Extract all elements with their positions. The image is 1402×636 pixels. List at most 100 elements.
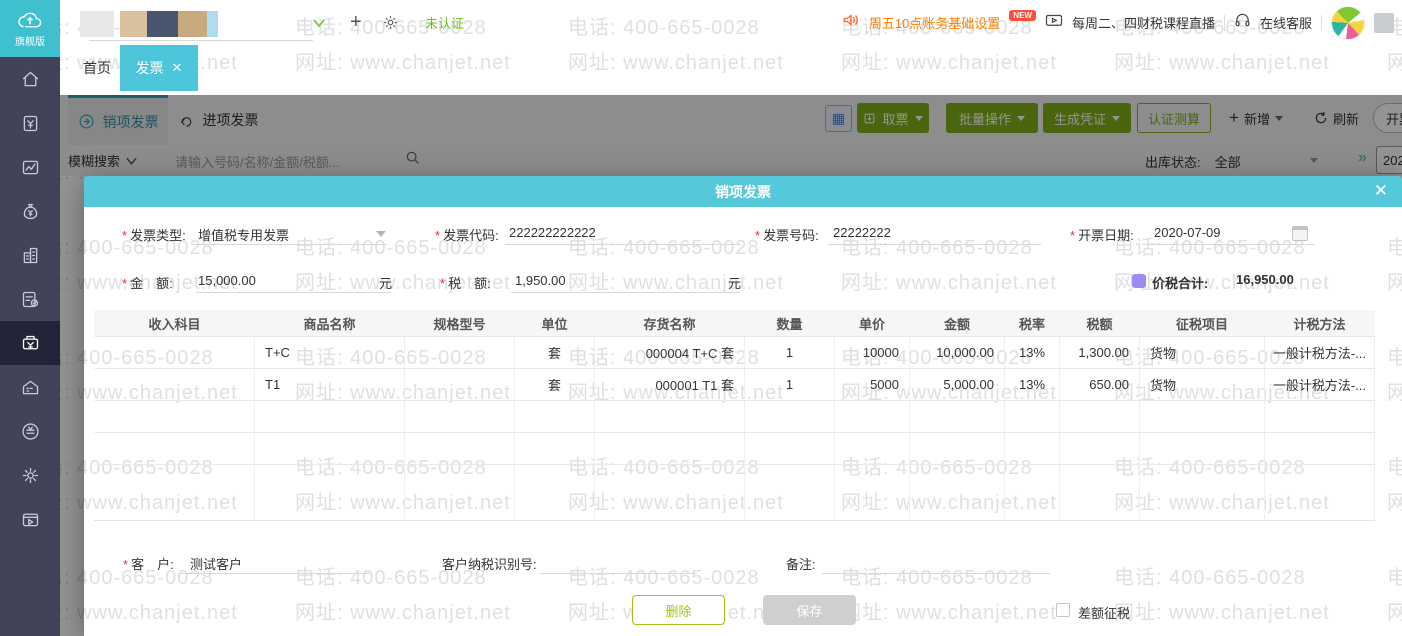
dialog-header: 销项发票 ✕ xyxy=(84,176,1402,207)
table-row[interactable]: T1套000001 T1 套150005,000.0013%650.00货物一般… xyxy=(94,368,1375,400)
table-cell xyxy=(910,400,1005,432)
table-cell xyxy=(1140,400,1265,432)
sidebar-item-vouchers[interactable] xyxy=(0,277,60,321)
table-row[interactable] xyxy=(94,432,1375,464)
customer-input[interactable]: 测试客户 xyxy=(190,554,242,573)
tab-home[interactable]: 首页 xyxy=(73,45,121,91)
live-course-link[interactable]: 每周二、四财税课程直播 xyxy=(1072,13,1215,32)
sidebar-item-tax[interactable] xyxy=(0,409,60,453)
table-cell: 货物 xyxy=(1140,368,1265,400)
speaker-icon xyxy=(842,12,860,33)
calendar-icon[interactable] xyxy=(1292,226,1308,241)
app-window: 电话: 400-665-0028网址: www.chanjet.net电话: 4… xyxy=(0,0,1402,636)
save-button[interactable]: 保存 xyxy=(763,595,856,625)
tax-unit: 元 xyxy=(728,273,741,292)
table-cell xyxy=(1005,464,1060,520)
table-cell: 5000 xyxy=(835,368,910,400)
sidebar-item-enterprise[interactable] xyxy=(0,233,60,277)
invoice-printer-icon xyxy=(20,333,41,354)
table-cell xyxy=(405,368,515,400)
table-cell xyxy=(405,400,515,432)
verify-status[interactable]: 未认证 xyxy=(425,0,464,45)
total-value: 16,950.00 xyxy=(1236,272,1294,287)
table-row[interactable] xyxy=(94,400,1375,432)
gear-icon[interactable] xyxy=(382,0,399,45)
sidebar-item-funds[interactable] xyxy=(0,189,60,233)
sidebar-item-billing[interactable] xyxy=(0,101,60,145)
dialog-body: 电话: 400-665-0028网址: www.chanjet.net电话: 4… xyxy=(84,207,1402,636)
table-cell xyxy=(1140,464,1265,520)
brand-logo: 旗舰版 xyxy=(0,0,60,57)
tab-invoice[interactable]: 发票 ✕ xyxy=(120,45,198,91)
table-cell xyxy=(94,336,255,368)
table-header-cell: 计税方法 xyxy=(1265,310,1375,336)
avatar[interactable] xyxy=(1331,6,1365,40)
sidebar-item-invoices[interactable] xyxy=(0,321,60,365)
sidebar-item-tutorials[interactable] xyxy=(0,497,60,541)
delete-button[interactable]: 删除 xyxy=(632,595,725,625)
calculator-icon xyxy=(1132,274,1146,288)
table-header-cell: 单位 xyxy=(515,310,595,336)
table-header-cell: 税率 xyxy=(1005,310,1060,336)
table-cell xyxy=(1005,400,1060,432)
invoice-code-input[interactable]: 222222222222 xyxy=(509,225,596,240)
app-switcher-icon[interactable] xyxy=(1374,13,1394,33)
table-cell: 13% xyxy=(1005,336,1060,368)
amount-input[interactable]: 15,000.00 xyxy=(198,273,256,288)
table-cell xyxy=(94,432,255,464)
close-tab-icon[interactable]: ✕ xyxy=(172,60,183,76)
sidebar-item-settings[interactable] xyxy=(0,453,60,497)
amount-label: 金 额: xyxy=(130,276,173,291)
table-header-row: 收入科目商品名称规格型号单位存货名称数量单价金额税率税额征税项目计税方法 xyxy=(94,310,1375,336)
table-header-cell: 税额 xyxy=(1060,310,1140,336)
online-service-link[interactable]: 在线客服 xyxy=(1260,13,1312,32)
table-header-cell: 单价 xyxy=(835,310,910,336)
add-tab-icon[interactable]: + xyxy=(350,0,362,45)
table-cell xyxy=(1140,432,1265,464)
table-cell xyxy=(595,400,745,432)
table-cell xyxy=(745,400,835,432)
table-row[interactable]: T+C套000004 T+C 套11000010,000.0013%1,300.… xyxy=(94,336,1375,368)
divider xyxy=(1224,15,1225,31)
table-cell xyxy=(910,464,1005,520)
table-row[interactable] xyxy=(94,464,1375,520)
invoice-type-label: 发票类型: xyxy=(130,228,186,243)
invoice-type-select[interactable]: 增值税专用发票 xyxy=(198,225,289,244)
table-cell xyxy=(910,432,1005,464)
table-cell xyxy=(515,464,595,520)
table-cell: 5,000.00 xyxy=(910,368,1005,400)
close-icon[interactable]: ✕ xyxy=(1374,181,1388,201)
chevron-down-icon[interactable] xyxy=(312,0,326,45)
diff-tax-checkbox[interactable] xyxy=(1056,603,1070,617)
sidebar-item-home[interactable] xyxy=(0,57,60,101)
invoice-date-input[interactable]: 2020-07-09 xyxy=(1154,225,1221,240)
invoice-no-label: 发票号码: xyxy=(763,228,819,243)
tax-input[interactable]: 1,950.00 xyxy=(515,273,566,288)
required-marker: * xyxy=(122,228,127,243)
sidebar-item-inventory[interactable] xyxy=(0,365,60,409)
announcement-link[interactable]: 周五10点账务基础设置 xyxy=(869,13,1000,32)
table-cell: 套 xyxy=(515,368,595,400)
table-cell xyxy=(595,464,745,520)
table-cell: 一般计税方法-... xyxy=(1265,368,1375,400)
report-chart-icon xyxy=(20,157,41,178)
table-cell xyxy=(94,368,255,400)
table-cell: 1 xyxy=(745,368,835,400)
table-cell xyxy=(515,400,595,432)
select-caret-icon[interactable] xyxy=(376,231,386,237)
sidebar-item-reports[interactable] xyxy=(0,145,60,189)
table-header-cell: 数量 xyxy=(745,310,835,336)
table-cell xyxy=(255,400,405,432)
table-cell xyxy=(745,464,835,520)
table-cell xyxy=(1060,464,1140,520)
table-cell: 10,000.00 xyxy=(910,336,1005,368)
invoice-no-input[interactable]: 22222222 xyxy=(833,225,891,240)
table-cell xyxy=(595,432,745,464)
table-cell xyxy=(94,464,255,520)
building-icon xyxy=(20,245,41,266)
account-underline xyxy=(89,40,313,41)
money-bag-icon xyxy=(20,201,41,222)
table-cell: 000001 T1 套 xyxy=(595,368,745,400)
table-header-cell: 存货名称 xyxy=(595,310,745,336)
table-cell xyxy=(255,432,405,464)
